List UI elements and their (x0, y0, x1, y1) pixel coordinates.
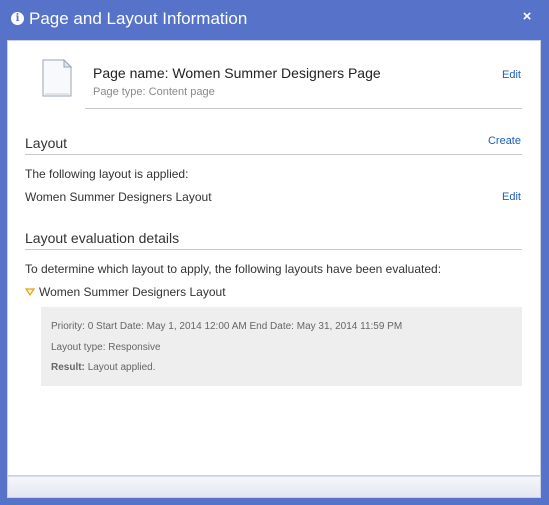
divider (25, 249, 522, 250)
priority-label: Priority: (51, 321, 85, 332)
create-layout-link[interactable]: Create (488, 135, 521, 147)
page-name: Page name: Women Summer Designers Page (93, 65, 381, 81)
start-date-value: May 1, 2014 12:00 AM (146, 321, 247, 332)
divider (25, 154, 522, 155)
close-button[interactable]: × (519, 9, 535, 25)
edit-layout-link[interactable]: Edit (502, 191, 521, 203)
page-layout-info-dialog: i Page and Layout Information × Page nam… (0, 0, 549, 505)
layout-type-line: Layout type: Responsive (51, 342, 161, 353)
result-row: Result: Layout applied. (51, 362, 156, 373)
layout-heading: Layout (25, 135, 68, 151)
dialog-titlebar: i Page and Layout Information × (0, 0, 549, 40)
result-label: Result: (51, 362, 85, 373)
evaluation-heading: Layout evaluation details (25, 230, 180, 246)
dialog-title: Page and Layout Information (29, 9, 248, 28)
evaluation-details-panel: Priority: 0 Start Date: May 1, 2014 12:0… (41, 307, 522, 386)
result-value: Layout applied. (87, 362, 156, 373)
layout-schedule-row: Priority: 0 Start Date: May 1, 2014 12:0… (51, 321, 402, 332)
end-date-value: May 31, 2014 11:59 PM (296, 321, 403, 332)
applied-layout-name: Women Summer Designers Layout (25, 190, 212, 204)
info-icon: i (11, 12, 24, 25)
page-type: Page type: Content page (93, 86, 215, 98)
edit-page-link[interactable]: Edit (502, 69, 521, 81)
triangle-down-icon[interactable] (25, 288, 35, 296)
end-date-label: End Date: (249, 321, 294, 332)
applied-layout-intro: The following layout is applied: (25, 167, 189, 181)
start-date-label: Start Date: (96, 321, 144, 332)
page-document-icon (42, 59, 72, 97)
divider (85, 108, 522, 109)
evaluated-layout-item[interactable]: Women Summer Designers Layout (39, 285, 226, 299)
evaluation-intro: To determine which layout to apply, the … (25, 262, 442, 276)
dialog-content: Page name: Women Summer Designers Page P… (7, 40, 541, 476)
dialog-footer (7, 476, 541, 498)
priority-value: 0 (87, 321, 94, 332)
